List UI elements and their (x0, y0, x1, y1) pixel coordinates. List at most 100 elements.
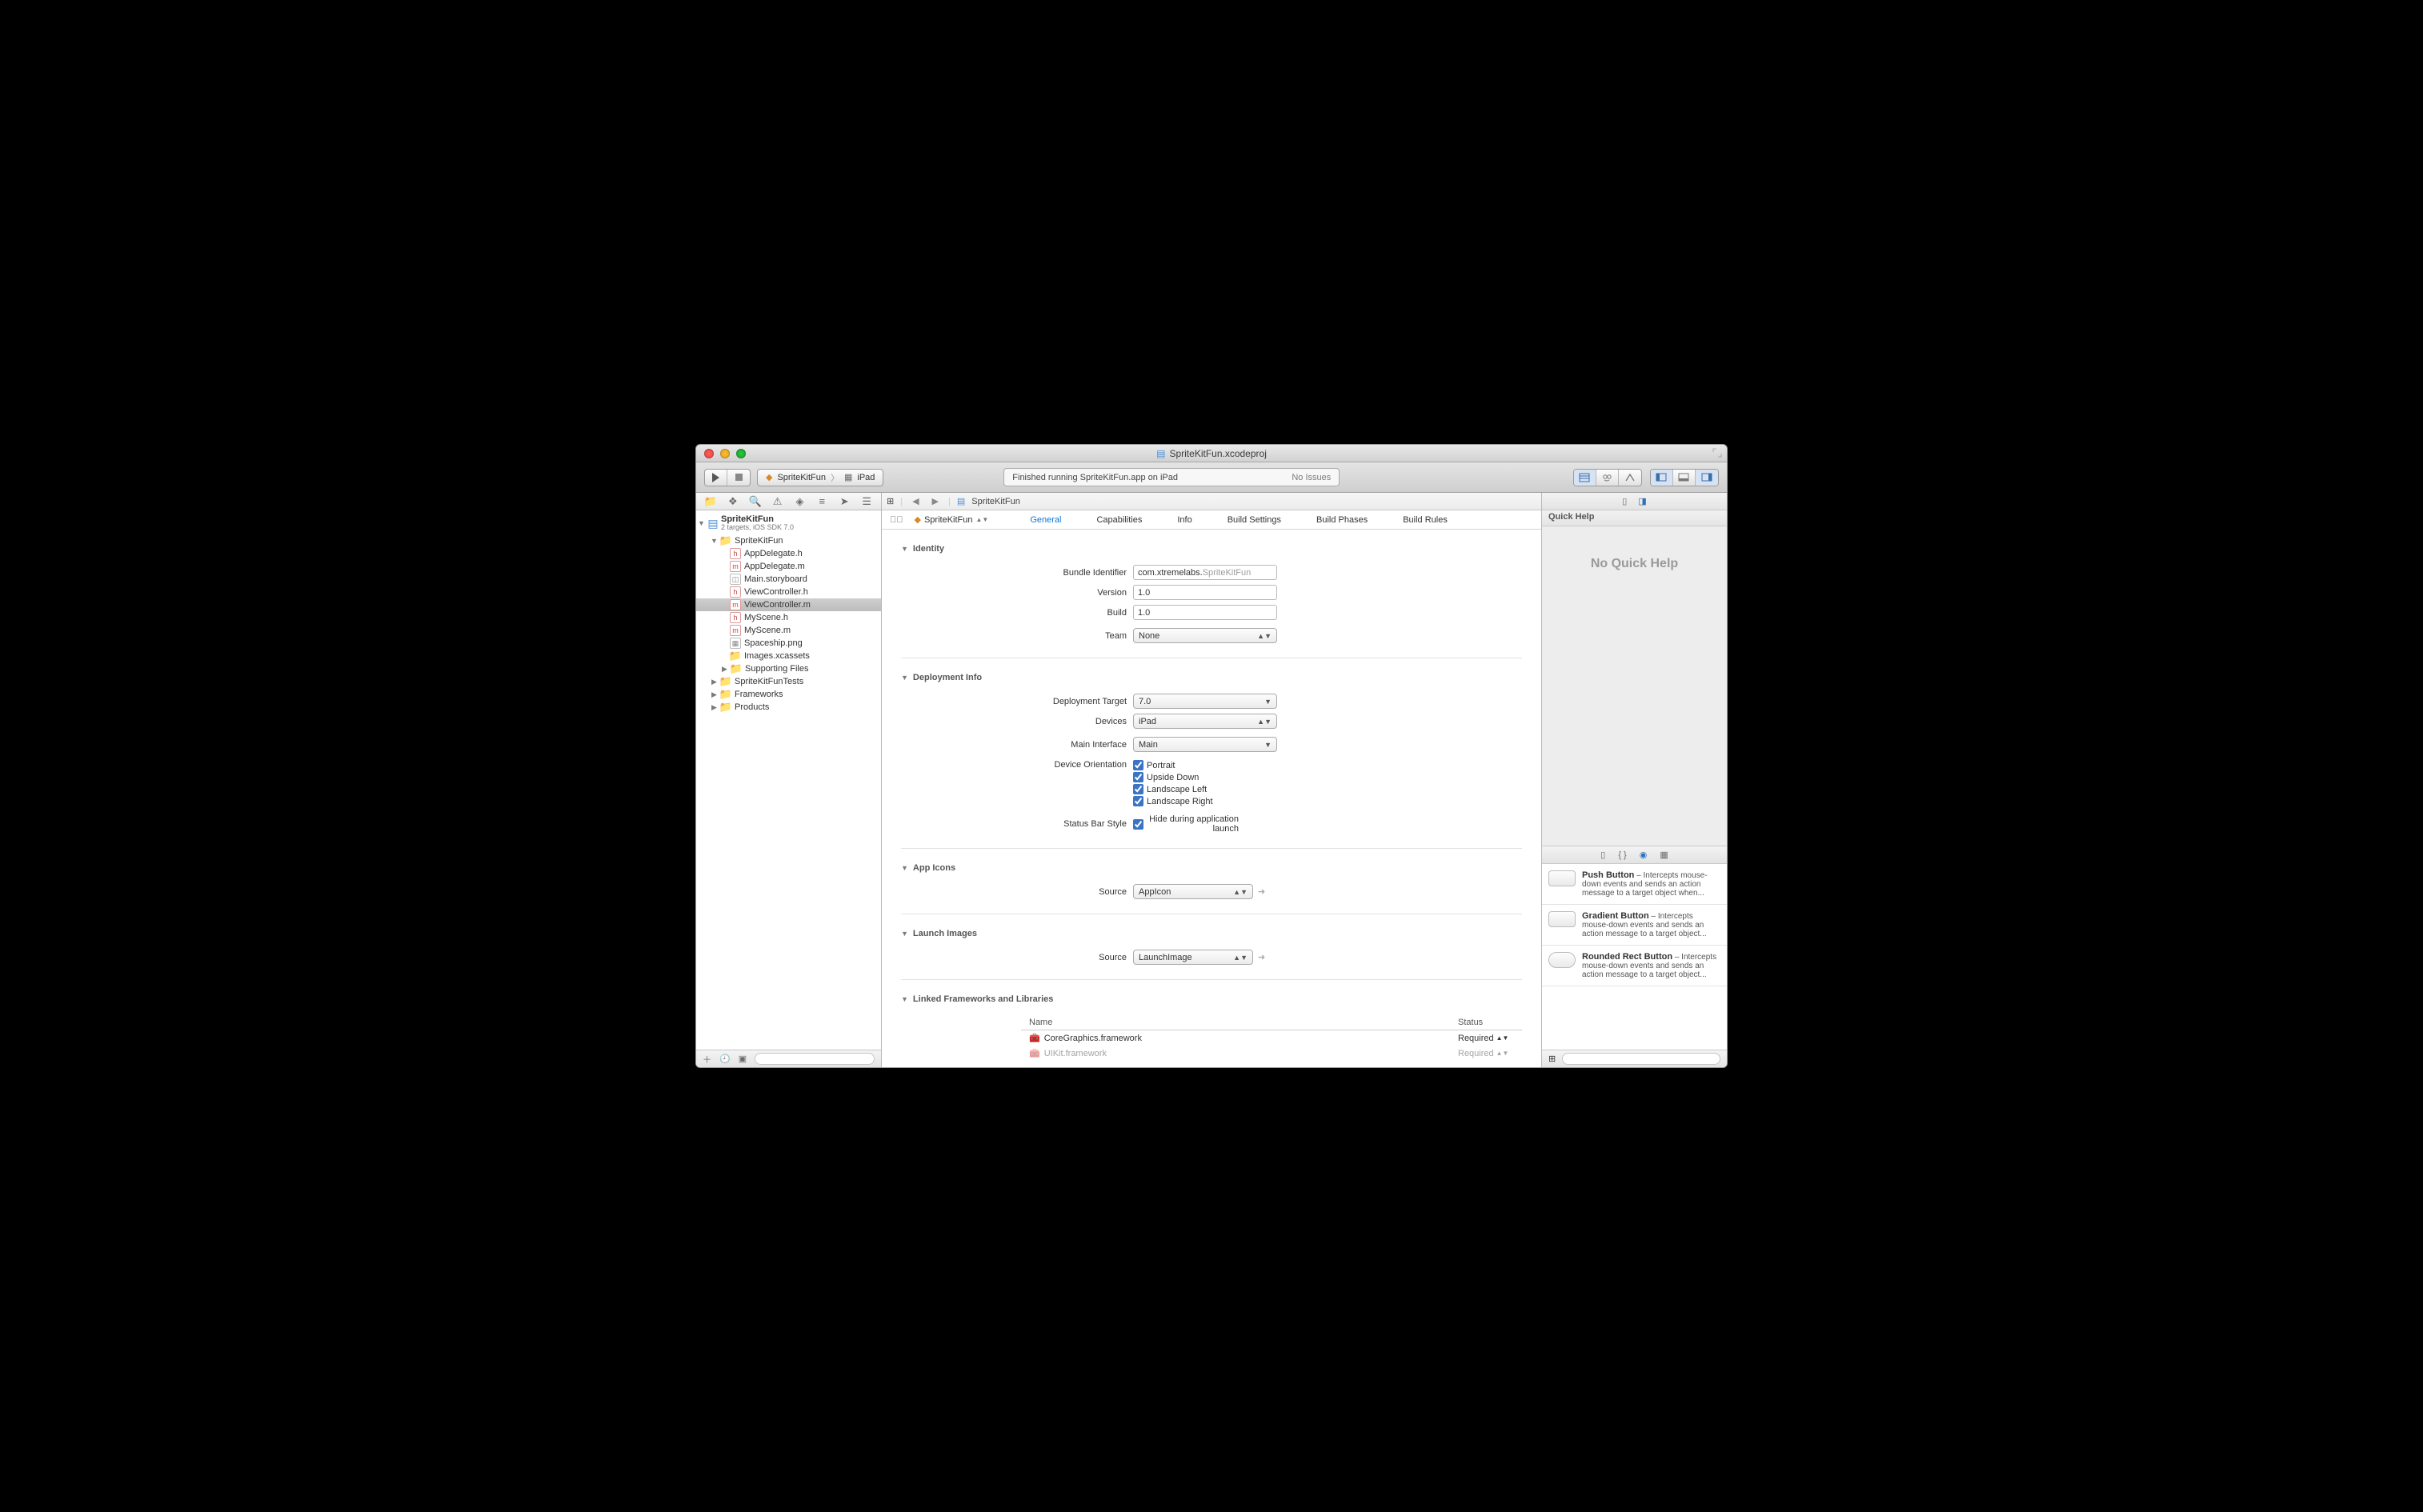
scheme-target-label: SpriteKitFun (777, 473, 826, 482)
tab-build-phases[interactable]: Build Phases (1299, 515, 1385, 525)
minimize-window-button[interactable] (720, 449, 730, 458)
file-spaceship-png[interactable]: ▦Spaceship.png (696, 637, 881, 650)
version-field[interactable]: 1.0 (1133, 585, 1277, 600)
library-view-toggle[interactable]: ⊞ (1548, 1054, 1556, 1064)
orientation-landscape-left-check[interactable]: Landscape Left (1133, 784, 1245, 794)
project-tree[interactable]: ▼▤ SpriteKitFun 2 targets, iOS SDK 7.0 ▼… (696, 510, 881, 1050)
bundle-id-field[interactable]: com.xtremelabs.SpriteKitFun (1133, 565, 1277, 580)
jumpbar-item[interactable]: SpriteKitFun (971, 497, 1020, 506)
file-appdelegate-h[interactable]: hAppDelegate.h (696, 547, 881, 560)
stop-button[interactable] (727, 470, 750, 486)
appicon-source-label: Source (1021, 887, 1133, 897)
section-linked-header[interactable]: ▼Linked Frameworks and Libraries (901, 994, 1522, 1004)
deploy-target-combo[interactable]: 7.0▼ (1133, 694, 1277, 709)
file-myscene-h[interactable]: hMyScene.h (696, 611, 881, 624)
file-template-library-tab[interactable]: ▯ (1600, 850, 1605, 860)
orientation-portrait-check[interactable]: Portrait (1133, 760, 1245, 770)
related-items-icon[interactable]: ⊞ (887, 496, 894, 506)
target-settings-bar: ▸⃞ ◆ SpriteKitFun ▲▼ General Capabilitie… (882, 510, 1541, 530)
file-viewcontroller-h[interactable]: hViewController.h (696, 586, 881, 598)
object-library-tab[interactable]: ◉ (1640, 850, 1648, 860)
launch-source-dropdown[interactable]: LaunchImage▲▼ (1133, 950, 1253, 965)
group-supporting-files[interactable]: ▶📁Supporting Files (696, 662, 881, 675)
xcode-window: ▤ SpriteKitFun.xcodeproj ◆ SpriteKitFun … (695, 444, 1728, 1068)
main-interface-combo[interactable]: Main▼ (1133, 737, 1277, 752)
rounded-button-thumb (1548, 952, 1576, 968)
file-inspector-tab[interactable]: ▯ (1622, 496, 1627, 506)
group-spritekitfun[interactable]: ▼📁SpriteKitFun (696, 534, 881, 547)
file-images-xcassets[interactable]: 📁Images.xcassets (696, 650, 881, 662)
appicon-source-dropdown[interactable]: AppIcon▲▼ (1133, 884, 1253, 899)
toggle-navigator-button[interactable] (1651, 470, 1673, 486)
editor-standard-button[interactable] (1574, 470, 1596, 486)
add-button[interactable]: ＋ (703, 1053, 711, 1066)
library-item-push-button[interactable]: Push Button – Intercepts mouse-down even… (1542, 864, 1727, 905)
fullscreen-icon[interactable] (1712, 448, 1722, 458)
zoom-window-button[interactable] (736, 449, 746, 458)
section-deployment-header[interactable]: ▼Deployment Info (901, 673, 1522, 682)
library-filter-field[interactable] (1562, 1053, 1720, 1065)
forward-button[interactable]: ▶ (929, 496, 942, 506)
editor-version-button[interactable] (1619, 470, 1641, 486)
bundle-id-label: Bundle Identifier (1021, 568, 1133, 578)
table-row[interactable]: 🧰CoreGraphics.framework Required▲▼ (1021, 1030, 1522, 1046)
linked-col-name: Name (1021, 1018, 1458, 1027)
table-row[interactable]: 🧰UIKit.framework Required▲▼ (1021, 1046, 1522, 1061)
library-item-gradient-button[interactable]: Gradient Button – Intercepts mouse-down … (1542, 905, 1727, 946)
quickhelp-inspector-tab[interactable]: ◨ (1638, 496, 1646, 506)
project-row[interactable]: ▼▤ SpriteKitFun 2 targets, iOS SDK 7.0 (696, 512, 881, 534)
appicon-jump-icon[interactable]: ➜ (1258, 886, 1265, 897)
filter-field[interactable] (755, 1053, 875, 1065)
devices-dropdown[interactable]: iPad▲▼ (1133, 714, 1277, 729)
file-appdelegate-m[interactable]: mAppDelegate.m (696, 560, 881, 573)
scm-filter-icon[interactable]: ▣ (739, 1054, 747, 1064)
framework-icon: 🧰 (1029, 1048, 1040, 1058)
framework-icon: 🧰 (1029, 1033, 1040, 1043)
orientation-label: Device Orientation (1021, 760, 1133, 770)
target-picker[interactable]: ◆ SpriteKitFun ▲▼ (907, 514, 997, 525)
library-item-rounded-button[interactable]: Rounded Rect Button – Intercepts mouse-d… (1542, 946, 1727, 986)
media-library-tab[interactable]: ▦ (1660, 850, 1668, 860)
toggle-utilities-button[interactable] (1696, 470, 1718, 486)
section-identity-header[interactable]: ▼Identity (901, 544, 1522, 554)
group-frameworks[interactable]: ▶📁Frameworks (696, 688, 881, 701)
close-window-button[interactable] (704, 449, 714, 458)
target-list-toggle[interactable]: ▸⃞ (887, 515, 907, 525)
file-main-storyboard[interactable]: ◫Main.storyboard (696, 573, 881, 586)
breakpoint-navigator-tab[interactable]: ➤ (838, 495, 851, 508)
project-icon: ▤ (957, 496, 965, 506)
jump-bar[interactable]: ⊞ | ◀ ▶ | ▤ SpriteKitFun (882, 493, 1541, 510)
run-button[interactable] (705, 470, 727, 486)
section-appicons-header[interactable]: ▼App Icons (901, 863, 1522, 873)
tab-general[interactable]: General (1012, 515, 1079, 525)
launch-jump-icon[interactable]: ➜ (1258, 952, 1265, 962)
symbol-navigator-tab[interactable]: ❖ (727, 495, 739, 508)
build-field[interactable]: 1.0 (1133, 605, 1277, 620)
group-tests[interactable]: ▶📁SpriteKitFunTests (696, 675, 881, 688)
object-library[interactable]: Push Button – Intercepts mouse-down even… (1542, 864, 1727, 1050)
test-navigator-tab[interactable]: ◈ (793, 495, 806, 508)
tab-build-settings[interactable]: Build Settings (1210, 515, 1299, 525)
code-snippet-library-tab[interactable]: { } (1618, 850, 1626, 860)
scheme-selector[interactable]: ◆ SpriteKitFun 〉 ▦ iPad (757, 469, 883, 486)
issue-navigator-tab[interactable]: ⚠ (771, 495, 784, 508)
orientation-upside-check[interactable]: Upside Down (1133, 772, 1245, 782)
team-dropdown[interactable]: None▲▼ (1133, 628, 1277, 643)
find-navigator-tab[interactable]: 🔍 (749, 495, 762, 508)
editor-assistant-button[interactable] (1596, 470, 1619, 486)
log-navigator-tab[interactable]: ☰ (860, 495, 873, 508)
file-viewcontroller-m[interactable]: mViewController.m (696, 598, 881, 611)
statusbar-hide-check[interactable]: Hide during application launch (1133, 814, 1245, 834)
file-myscene-m[interactable]: mMyScene.m (696, 624, 881, 637)
recent-filter-icon[interactable]: 🕘 (719, 1054, 731, 1064)
project-navigator-tab[interactable]: 📁 (704, 495, 717, 508)
orientation-landscape-right-check[interactable]: Landscape Right (1133, 796, 1245, 806)
group-products[interactable]: ▶📁Products (696, 701, 881, 714)
tab-info[interactable]: Info (1159, 515, 1209, 525)
tab-capabilities[interactable]: Capabilities (1079, 515, 1159, 525)
back-button[interactable]: ◀ (909, 496, 922, 506)
debug-navigator-tab[interactable]: ≡ (815, 495, 828, 508)
tab-build-rules[interactable]: Build Rules (1385, 515, 1465, 525)
section-launch-header[interactable]: ▼Launch Images (901, 929, 1522, 938)
toggle-debug-button[interactable] (1673, 470, 1696, 486)
